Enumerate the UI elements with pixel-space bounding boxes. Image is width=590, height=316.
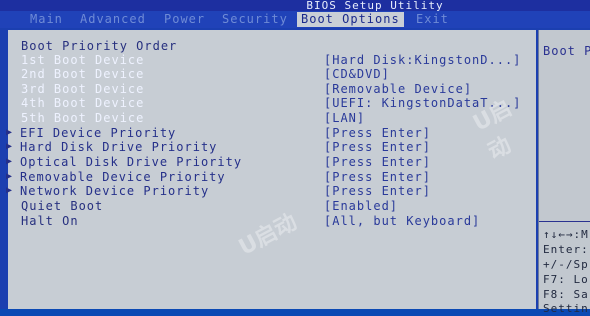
submenu-value[interactable]: [Press Enter]: [324, 155, 431, 169]
boot-priority-heading-row: Boot Priority Order: [8, 39, 536, 53]
submenu-removable-device-priority[interactable]: ▶ Removable Device Priority [Press Enter…: [6, 170, 536, 184]
menu-security[interactable]: Security: [222, 12, 288, 27]
halt-on-label: Halt On: [21, 214, 79, 228]
boot-device-value[interactable]: [Removable Device]: [324, 82, 472, 96]
submenu-optical-disk-drive-priority[interactable]: ▶ Optical Disk Drive Priority [Press Ent…: [6, 155, 536, 169]
submenu-label: Optical Disk Drive Priority: [20, 155, 243, 169]
submenu-arrow-icon: ▶: [6, 141, 14, 152]
menu-exit[interactable]: Exit: [416, 12, 449, 27]
submenu-label: Hard Disk Drive Priority: [20, 140, 218, 154]
boot-device-label: 2nd Boot Device: [21, 67, 145, 81]
boot-device-row-5[interactable]: 5th Boot Device [LAN]: [8, 111, 536, 125]
menu-advanced[interactable]: Advanced: [80, 12, 146, 27]
submenu-hard-disk-drive-priority[interactable]: ▶ Hard Disk Drive Priority [Press Enter]: [6, 140, 536, 154]
submenu-label: Removable Device Priority: [20, 170, 226, 184]
boot-device-label: 4th Boot Device: [21, 96, 145, 110]
help-key-f8: F8: Sa: [543, 288, 589, 301]
submenu-arrow-icon: ▶: [6, 171, 14, 182]
submenu-label: EFI Device Priority: [20, 126, 177, 140]
boot-priority-heading: Boot Priority Order: [21, 39, 178, 53]
menu-power[interactable]: Power: [164, 12, 205, 27]
boot-device-label: 3rd Boot Device: [21, 82, 145, 96]
help-panel: Boot P ↑↓←→:M Enter: +/-/Sp F7: Lo F8: S…: [538, 30, 590, 315]
submenu-arrow-icon: ▶: [6, 127, 14, 138]
help-item-description: Boot P: [543, 44, 590, 58]
halt-on-value[interactable]: [All, but Keyboard]: [324, 214, 480, 228]
help-key-f7: F7: Lo: [543, 273, 589, 286]
boot-device-row-2[interactable]: 2nd Boot Device [CD&DVD]: [8, 67, 536, 81]
help-divider: [539, 221, 590, 222]
submenu-efi-device-priority[interactable]: ▶ EFI Device Priority [Press Enter]: [6, 126, 536, 140]
help-key-navigate: ↑↓←→:M: [543, 228, 589, 241]
menu-boot-options[interactable]: Boot Options: [297, 12, 404, 27]
submenu-arrow-icon: ▶: [6, 185, 14, 196]
submenu-arrow-icon: ▶: [6, 156, 14, 167]
submenu-network-device-priority[interactable]: ▶ Network Device Priority [Press Enter]: [6, 184, 536, 198]
quiet-boot-label: Quiet Boot: [21, 199, 104, 213]
bios-screen: BIOS Setup Utility Main Advanced Power S…: [0, 0, 590, 315]
boot-device-row-4[interactable]: 4th Boot Device [UEFI: KingstonDataT...]: [8, 96, 536, 110]
help-key-change-value: +/-/Sp: [543, 258, 589, 271]
submenu-value[interactable]: [Press Enter]: [324, 126, 431, 140]
help-key-enter: Enter:: [543, 243, 589, 256]
submenu-label: Network Device Priority: [20, 184, 210, 198]
quiet-boot-value[interactable]: [Enabled]: [324, 199, 398, 213]
boot-device-label: 1st Boot Device: [21, 53, 145, 67]
menu-main[interactable]: Main: [30, 12, 63, 27]
boot-options-panel: Boot Priority Order 1st Boot Device [Har…: [6, 30, 536, 309]
menu-bar: Main Advanced Power Security Boot Option…: [0, 11, 590, 28]
boot-device-label: 5th Boot Device: [21, 111, 145, 125]
help-key-settings: Settin: [543, 302, 589, 315]
submenu-value[interactable]: [Press Enter]: [324, 170, 431, 184]
boot-device-value[interactable]: [CD&DVD]: [324, 67, 390, 81]
boot-device-value[interactable]: [LAN]: [324, 111, 365, 125]
submenu-value[interactable]: [Press Enter]: [324, 140, 431, 154]
submenu-value[interactable]: [Press Enter]: [324, 184, 431, 198]
boot-device-row-1[interactable]: 1st Boot Device [Hard Disk:KingstonD...]: [8, 53, 536, 67]
boot-device-value[interactable]: [Hard Disk:KingstonD...]: [324, 53, 521, 67]
boot-device-row-3[interactable]: 3rd Boot Device [Removable Device]: [8, 82, 536, 96]
